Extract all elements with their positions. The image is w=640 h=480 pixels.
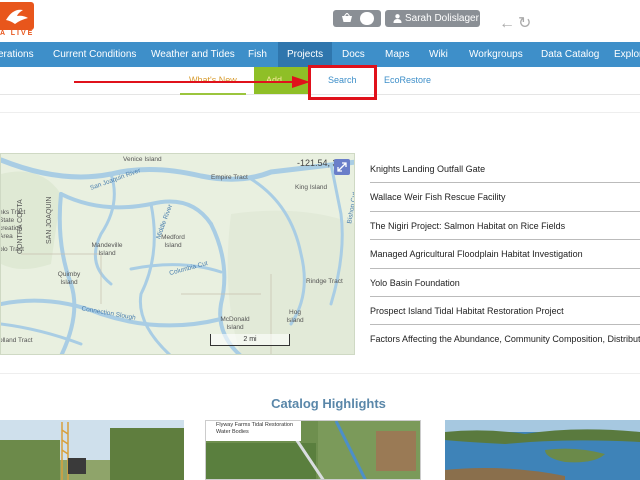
project-list-item[interactable]: The Nigiri Project: Salmon Habitat on Ri… xyxy=(370,212,640,241)
basket-toggle[interactable] xyxy=(333,10,381,27)
catalog-thumbnail-flyway-map[interactable]: Flyway Farms Tidal Restoration Water Bod… xyxy=(205,420,421,480)
map-label-franks-tract: nks Tract State creation Area xyxy=(0,209,26,240)
section-divider xyxy=(0,373,640,374)
map-scale-bar: 2 mi xyxy=(210,334,290,346)
project-list-item[interactable]: Wallace Weir Fish Rescue Facility xyxy=(370,183,640,212)
catalog-thumbnail-tower[interactable] xyxy=(0,420,184,480)
nav-item-fish[interactable]: Fish xyxy=(248,42,267,67)
nav-item-workgroups[interactable]: Workgroups xyxy=(469,42,523,67)
nav-item-maps[interactable]: Maps xyxy=(385,42,409,67)
nav-item-docs[interactable]: Docs xyxy=(342,42,365,67)
nav-item-projects[interactable]: Projects xyxy=(278,42,333,67)
subnav-ecorestore[interactable]: EcoRestore xyxy=(384,75,431,85)
map-label-mcdonald-island: McDonald Island xyxy=(220,316,250,331)
basket-icon xyxy=(342,13,352,22)
map-label-quimby-island: Quimby Island xyxy=(57,271,81,286)
map-legend-item: Flyway Farms Tidal Restoration xyxy=(216,422,294,428)
user-name: Sarah Dolislager xyxy=(405,13,479,24)
logo-text: A LIVE xyxy=(0,30,35,37)
nav-item-current-conditions[interactable]: Current Conditions xyxy=(53,42,136,67)
catalog-highlights-title: Catalog Highlights xyxy=(271,396,386,411)
map-label-venice-island: Venice Island xyxy=(123,156,162,163)
project-list-item[interactable]: Yolo Basin Foundation xyxy=(370,269,640,297)
nav-item-weather-and-tides[interactable]: Weather and Tides xyxy=(151,42,235,67)
reload-icon[interactable]: ↻ xyxy=(518,16,531,32)
map-label-mandeville-island: Mandeville Island xyxy=(91,242,123,257)
site-header: A LIVE Sarah Dolislager ← ↻ xyxy=(0,0,640,42)
user-menu-button[interactable]: Sarah Dolislager xyxy=(385,10,480,27)
map-label-san-joaquin: SAN JOAQUIN xyxy=(46,196,53,244)
active-tab-underline xyxy=(180,93,246,95)
catalog-image xyxy=(445,420,640,480)
map-label-holland-tract: olland Tract xyxy=(0,337,33,344)
project-map[interactable]: Venice Island Empire Tract King Island M… xyxy=(0,153,355,355)
site-logo[interactable] xyxy=(0,2,34,30)
annotation-arrow-icon xyxy=(74,76,310,88)
annotation-highlight-box xyxy=(308,65,377,100)
map-label-king-island: King Island xyxy=(295,184,328,191)
nav-item-operations[interactable]: erations xyxy=(0,42,34,67)
section-divider xyxy=(0,112,640,113)
map-label-bacon-tract: olo Tract xyxy=(0,246,24,253)
map-label-empire-tract: Empire Tract xyxy=(211,174,248,181)
map-label-hog-island: Hog Island xyxy=(286,309,304,324)
nav-item-wiki[interactable]: Wiki xyxy=(429,42,448,67)
map-label-rindge-tract: Rindge Tract xyxy=(306,278,343,285)
main-navigation: erations Current Conditions Weather and … xyxy=(0,42,640,67)
catalog-image xyxy=(0,420,184,480)
user-icon xyxy=(393,14,402,23)
catalog-thumbnail-wetland[interactable] xyxy=(445,420,640,480)
project-list-item[interactable]: Prospect Island Tidal Habitat Restoratio… xyxy=(370,297,640,326)
bird-icon xyxy=(6,9,28,24)
back-arrow-icon[interactable]: ← xyxy=(499,16,515,32)
expand-map-button[interactable] xyxy=(334,159,350,175)
nav-item-data-catalog[interactable]: Data Catalog xyxy=(541,42,599,67)
project-list: Knights Landing Outfall Gate Wallace Wei… xyxy=(370,155,640,354)
project-list-item[interactable]: Knights Landing Outfall Gate xyxy=(370,155,640,184)
map-legend-item: Water Bodies xyxy=(216,429,249,435)
expand-icon xyxy=(337,162,347,172)
toggle-knob[interactable] xyxy=(360,12,374,25)
nav-item-explore[interactable]: Explor xyxy=(614,42,640,67)
project-list-item[interactable]: Managed Agricultural Floodplain Habitat … xyxy=(370,240,640,269)
project-list-item[interactable]: Factors Affecting the Abundance, Communi… xyxy=(370,325,640,353)
map-coordinate-readout: -121.54, 3 xyxy=(297,158,338,168)
